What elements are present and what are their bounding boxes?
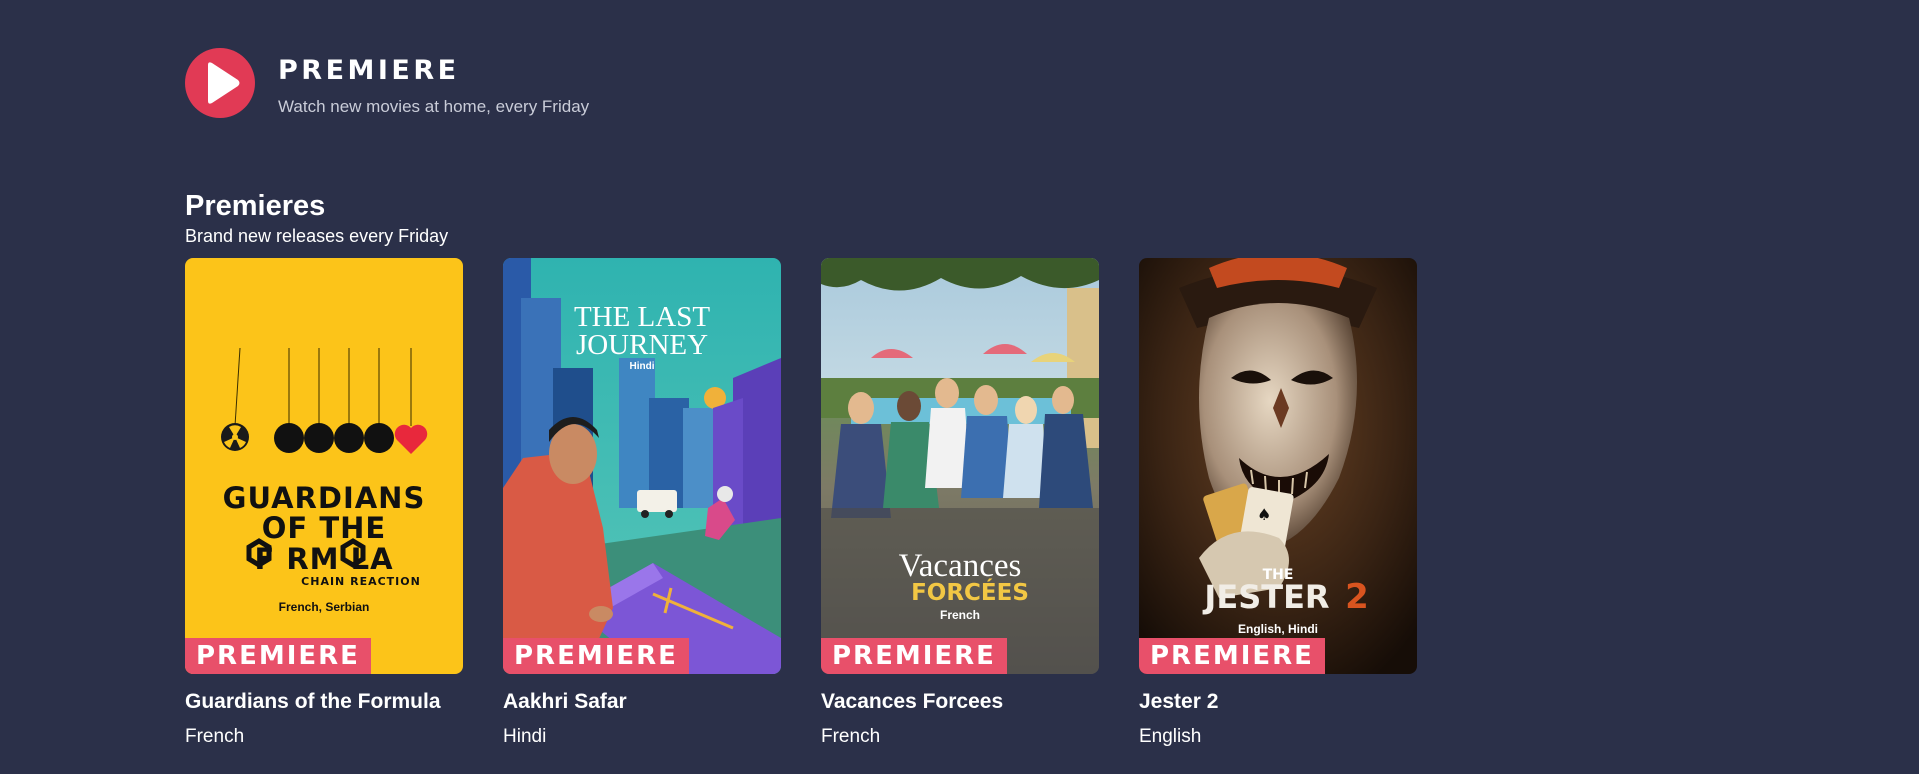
movie-card[interactable]: ♠ THE JESTER 2 English, Hindi PREMIERE J… (1139, 258, 1417, 749)
play-icon[interactable] (185, 48, 255, 118)
premiere-badge: PREMIERE (185, 638, 371, 674)
poster-title-line-1: GUARDIANS (223, 481, 426, 515)
poster-title-main: JESTER (1202, 578, 1329, 616)
poster-tagline: CHAIN REACTION (301, 575, 421, 588)
movie-language: French (185, 726, 245, 747)
movie-card[interactable]: Vacances FORCÉES French PREMIERE Vacance… (821, 258, 1099, 749)
brand-title[interactable]: PREMIERE (278, 54, 589, 88)
movie-card[interactable]: GUARDIANS OF THE F RM LA CHAIN REACTION … (185, 258, 463, 749)
poster-title-line-2: JOURNEY (576, 329, 708, 361)
poster-title-line-2: FORCÉES (911, 578, 1029, 606)
svg-text:♠: ♠ (1257, 505, 1271, 524)
movie-language: Hindi (503, 726, 547, 747)
poster-languages: French, Serbian (279, 600, 370, 614)
movie-poster[interactable]: Vacances FORCÉES French PREMIERE (821, 258, 1099, 674)
poster-languages: English, Hindi (1238, 622, 1318, 636)
movie-title[interactable]: Vacances Forcees (821, 689, 1099, 715)
section-subtitle: Brand new releases every Friday (185, 226, 449, 246)
poster-art: ♠ THE JESTER 2 English, Hindi (1139, 258, 1417, 674)
poster-title-line-3: F RM LA (254, 542, 393, 576)
poster-art: THE LAST JOURNEY Hindi (503, 258, 781, 674)
premiere-badge: PREMIERE (821, 638, 1007, 674)
movie-card[interactable]: THE LAST JOURNEY Hindi PREMIERE Aakhri S… (503, 258, 781, 749)
poster-languages: French (940, 608, 980, 622)
poster-title-line-2: OF THE (262, 511, 386, 545)
poster-title-number: 2 (1345, 577, 1369, 617)
movie-title[interactable]: Guardians of the Formula (185, 689, 463, 715)
movie-language: French (821, 726, 881, 747)
poster-art: GUARDIANS OF THE F RM LA CHAIN REACTION … (185, 258, 463, 674)
section-title: Premieres (185, 190, 326, 222)
movie-poster[interactable]: ♠ THE JESTER 2 English, Hindi PREMIERE (1139, 258, 1417, 674)
poster-art: Vacances FORCÉES French (821, 258, 1099, 674)
brand-text: PREMIERE Watch new movies at home, every… (278, 54, 589, 117)
premiere-badge: PREMIERE (1139, 638, 1325, 674)
brand-header: PREMIERE Watch new movies at home, every… (185, 48, 589, 118)
movie-card-row: GUARDIANS OF THE F RM LA CHAIN REACTION … (185, 258, 1457, 749)
brand-tagline: Watch new movies at home, every Friday (278, 96, 590, 116)
movie-title[interactable]: Aakhri Safar (503, 689, 781, 715)
poster-languages: Hindi (630, 361, 655, 372)
poster-title-line-1: Vacances (899, 548, 1022, 584)
movie-title[interactable]: Jester 2 (1139, 689, 1417, 715)
premiere-badge: PREMIERE (503, 638, 689, 674)
movie-poster[interactable]: GUARDIANS OF THE F RM LA CHAIN REACTION … (185, 258, 463, 674)
movie-language: English (1139, 726, 1202, 747)
movie-poster[interactable]: THE LAST JOURNEY Hindi PREMIERE (503, 258, 781, 674)
